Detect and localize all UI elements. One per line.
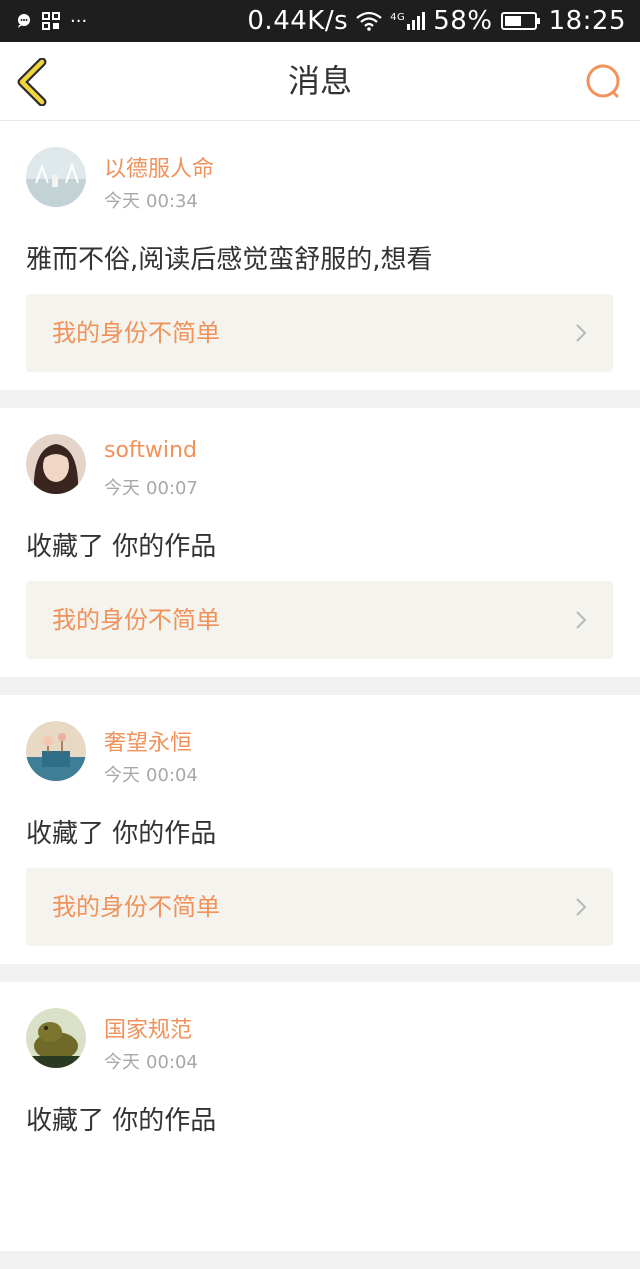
network-type: 4G [390,12,406,23]
header-bar: 消息 [0,42,640,121]
page-title: 消息 [287,62,352,100]
avatar-image [26,1008,86,1068]
more-icon: ··· [70,10,88,32]
message-card: 奢望永恒 今天 00:04 收藏了 你的作品 我的身份不简单 [0,695,640,964]
status-bar: ··· 0.44K/s 4G 58% 18:25 [0,0,640,42]
chevron-right-icon [576,898,587,916]
avatar[interactable] [26,1008,86,1068]
clock: 18:25 [548,6,626,36]
chevron-right-icon [576,611,587,629]
timestamp-day: 今天 [104,1052,140,1073]
message-card: 国家规范 今天 00:04 收藏了 你的作品 [0,982,640,1251]
message-card: 以德服人命 今天 00:34 雅而不俗,阅读后感觉蛮舒服的,想看 我的身份不简单 [0,121,640,390]
chat-bubble-icon [18,14,30,28]
username[interactable]: 国家规范 [104,1012,192,1044]
avatar-image [26,721,86,781]
timestamp-time: 00:04 [146,1052,198,1073]
wifi-icon [356,11,382,31]
timestamp-time: 00:34 [146,191,198,212]
chevron-right-icon [576,324,587,342]
work-link[interactable]: 我的身份不简单 [26,868,613,946]
avatar[interactable] [26,721,86,781]
username[interactable]: softwind [104,438,197,463]
work-title: 我的身份不简单 [52,606,220,634]
work-title: 我的身份不简单 [52,319,220,347]
timestamp-day: 今天 [104,191,140,212]
avatar-image [26,147,86,207]
battery-percent: 58% [433,6,493,36]
work-link[interactable]: 我的身份不简单 [26,581,613,659]
network-speed: 0.44K/s [247,6,349,36]
timestamp-day: 今天 [104,478,140,499]
battery-level [504,16,521,26]
message-card: softwind 今天 00:07 收藏了 你的作品 我的身份不简单 [0,408,640,677]
timestamp: 今天 00:34 [104,187,198,213]
timestamp: 今天 00:04 [104,761,198,787]
avatar[interactable] [26,147,86,207]
message-list: 以德服人命 今天 00:34 雅而不俗,阅读后感觉蛮舒服的,想看 我的身份不简单 … [0,121,640,1269]
work-link[interactable]: 我的身份不简单 [26,294,613,372]
status-indicators: 0.44K/s 4G 58% 18:25 [247,6,626,36]
battery-icon [500,12,540,30]
message-content: 收藏了 你的作品 [26,532,217,562]
username[interactable]: 奢望永恒 [104,725,192,757]
message-content: 收藏了 你的作品 [26,819,217,849]
app-grid-icon [42,12,60,30]
message-content: 雅而不俗,阅读后感觉蛮舒服的,想看 [26,245,433,275]
timestamp: 今天 00:04 [104,1048,198,1074]
status-notification-icons: ··· [16,11,87,32]
timestamp-time: 00:04 [146,765,198,786]
timestamp-time: 00:07 [146,478,198,499]
avatar-image [26,434,86,494]
signal-icon: 4G [390,12,426,30]
message-content: 收藏了 你的作品 [26,1106,217,1136]
work-title: 我的身份不简单 [52,893,220,921]
avatar[interactable] [26,434,86,494]
search-icon [586,64,620,98]
timestamp: 今天 00:07 [104,474,198,500]
search-button[interactable] [584,62,624,102]
username[interactable]: 以德服人命 [104,151,214,183]
timestamp-day: 今天 [104,765,140,786]
